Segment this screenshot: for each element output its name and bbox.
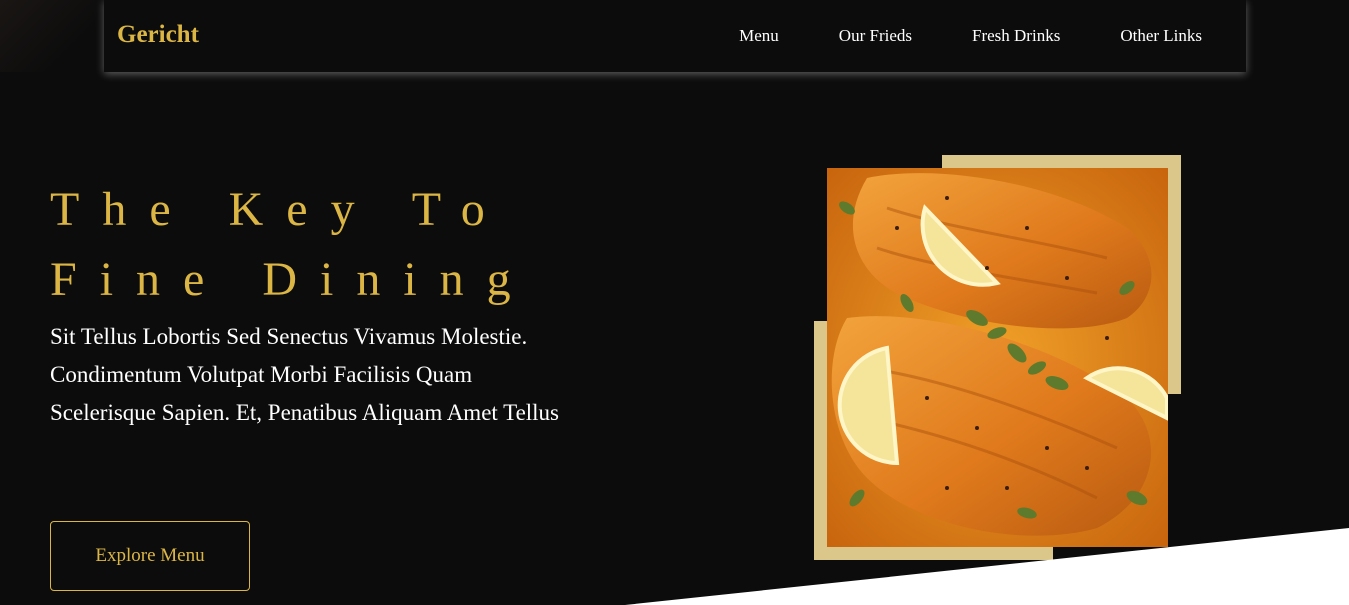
hero-description: Sit Tellus Lobortis Sed Senectus Vivamus… [50, 324, 560, 425]
brand-logo[interactable]: Gericht [117, 21, 199, 49]
navbar: Gericht Menu Our Frieds Fresh Drinks Oth… [104, 0, 1246, 72]
explore-menu-button[interactable]: Explore Menu [50, 521, 250, 591]
background-image-corner [0, 0, 104, 72]
hero-title-line-1: The Key To [50, 183, 508, 236]
nav-links: Menu Our Frieds Fresh Drinks Other Links [679, 26, 1202, 46]
hero-title: The Key To Fine Dining [50, 175, 534, 315]
hero-title-line-2: Fine Dining [50, 253, 534, 306]
nav-link-fresh-drinks[interactable]: Fresh Drinks [972, 26, 1060, 46]
nav-link-other-links[interactable]: Other Links [1120, 26, 1202, 46]
nav-link-menu[interactable]: Menu [739, 26, 779, 46]
salmon-dish-image [827, 168, 1168, 547]
nav-link-our-frieds[interactable]: Our Frieds [839, 26, 912, 46]
